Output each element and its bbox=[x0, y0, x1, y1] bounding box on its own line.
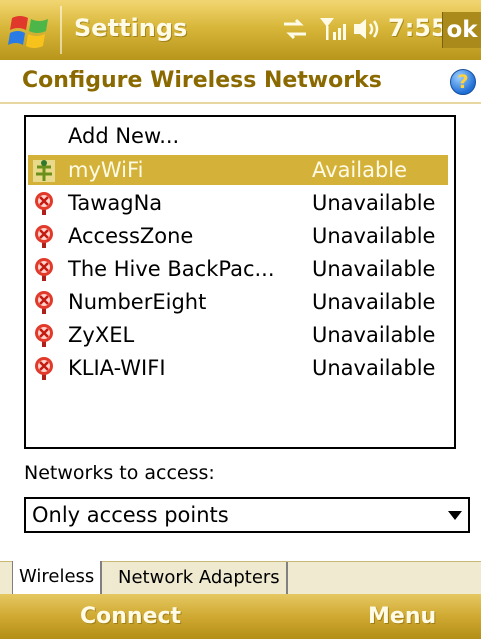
softkey-bar: Connect Menu bbox=[0, 594, 481, 639]
network-name: AccessZone bbox=[68, 224, 194, 248]
networks-to-access-select[interactable]: Only access points bbox=[24, 497, 470, 533]
start-button[interactable] bbox=[6, 8, 56, 52]
dropdown-arrow-icon[interactable] bbox=[448, 511, 462, 520]
unavailable-network-icon bbox=[31, 322, 57, 348]
connectivity-icon[interactable] bbox=[280, 14, 310, 44]
network-status: Unavailable bbox=[312, 191, 436, 215]
network-name: KLIA-WIFI bbox=[68, 356, 166, 380]
title-bar: Settings 7:55 ok bbox=[0, 0, 481, 60]
windows-flag-icon bbox=[8, 16, 48, 48]
network-status: Unavailable bbox=[312, 356, 436, 380]
page-header: Configure Wireless Networks ? bbox=[0, 60, 481, 104]
app-title: Settings bbox=[74, 14, 188, 42]
ok-button[interactable]: ok bbox=[442, 12, 481, 48]
network-name: The Hive BackPac... bbox=[68, 257, 275, 281]
unavailable-network-icon bbox=[31, 289, 57, 315]
network-status: Unavailable bbox=[312, 257, 436, 281]
help-icon[interactable]: ? bbox=[450, 69, 476, 95]
network-list-item[interactable]: The Hive BackPac... Unavailable bbox=[28, 254, 448, 284]
network-name: TawagNa bbox=[68, 191, 163, 215]
network-status: Available bbox=[312, 158, 408, 182]
network-status: Unavailable bbox=[312, 323, 436, 347]
network-status: Unavailable bbox=[312, 224, 436, 248]
network-list[interactable]: Add New... myWiFi Available TawagNa Unavail… bbox=[24, 115, 456, 449]
network-list-item[interactable]: TawagNa Unavailable bbox=[28, 188, 448, 218]
network-list-item[interactable]: ZyXEL Unavailable bbox=[28, 320, 448, 350]
add-new-item[interactable]: Add New... bbox=[28, 121, 448, 151]
unavailable-network-icon bbox=[31, 190, 57, 216]
access-point-icon bbox=[31, 157, 57, 183]
unavailable-network-icon bbox=[31, 256, 57, 282]
network-list-item[interactable]: KLIA-WIFI Unavailable bbox=[28, 353, 448, 383]
connect-softkey[interactable]: Connect bbox=[80, 604, 181, 629]
networks-to-access-label: Networks to access: bbox=[24, 462, 215, 484]
tab-bar: Wireless Network Adapters bbox=[0, 561, 481, 595]
network-name: myWiFi bbox=[68, 158, 144, 182]
clock-time[interactable]: 7:55 bbox=[388, 14, 448, 42]
network-list-item[interactable]: AccessZone Unavailable bbox=[28, 221, 448, 251]
page-title: Configure Wireless Networks bbox=[22, 68, 382, 93]
add-new-label: Add New... bbox=[68, 124, 180, 148]
unavailable-network-icon bbox=[31, 355, 57, 381]
menu-softkey[interactable]: Menu bbox=[368, 604, 436, 629]
network-name: NumberEight bbox=[68, 290, 207, 314]
network-name: ZyXEL bbox=[68, 323, 135, 347]
networks-to-access-value: Only access points bbox=[32, 503, 229, 527]
title-separator bbox=[60, 6, 62, 54]
tab-network-adapters[interactable]: Network Adapters bbox=[112, 562, 288, 594]
network-status: Unavailable bbox=[312, 290, 436, 314]
tab-wireless[interactable]: Wireless bbox=[12, 561, 103, 595]
network-list-item[interactable]: NumberEight Unavailable bbox=[28, 287, 448, 317]
network-list-item[interactable]: myWiFi Available bbox=[28, 155, 448, 185]
volume-icon[interactable] bbox=[352, 14, 382, 44]
signal-strength-icon[interactable] bbox=[318, 14, 348, 44]
unavailable-network-icon bbox=[31, 223, 57, 249]
